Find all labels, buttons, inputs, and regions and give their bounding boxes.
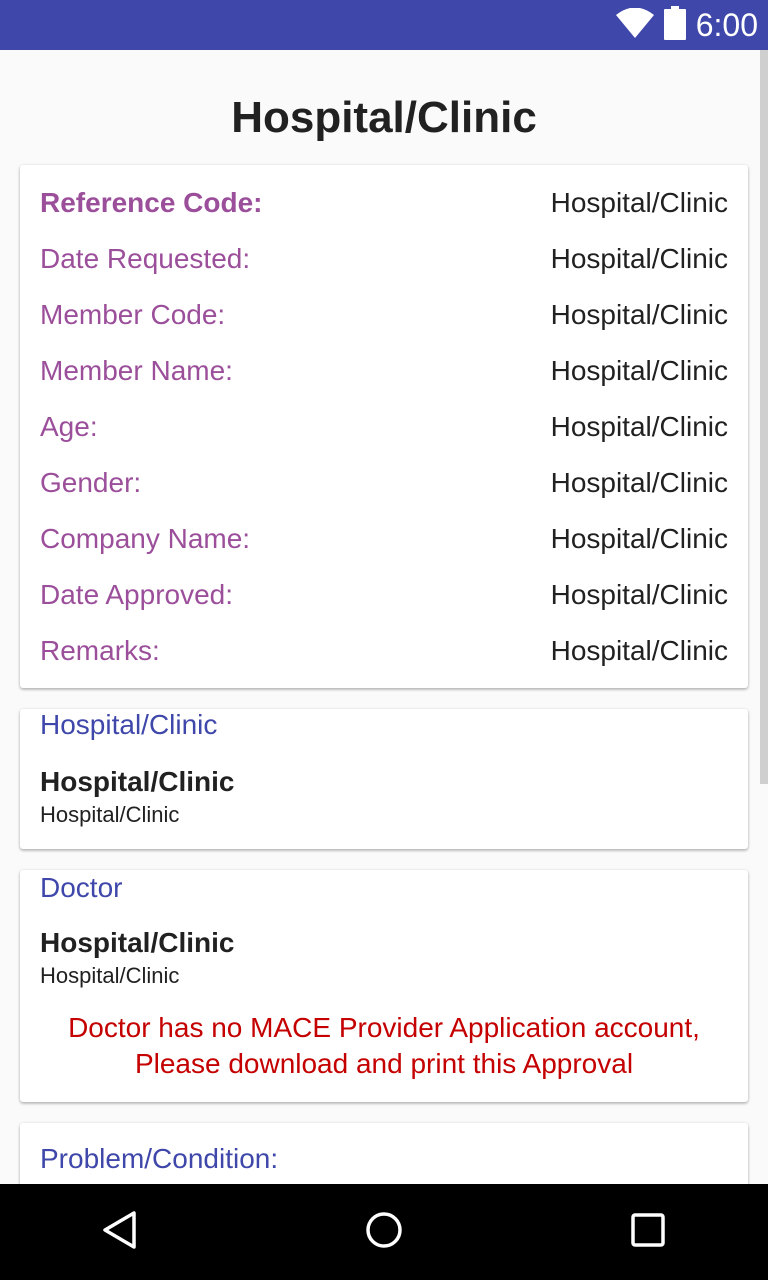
info-label: Reference Code: [40, 187, 263, 218]
doctor-name: Hospital/Clinic [40, 927, 235, 958]
wifi-icon [615, 7, 654, 43]
info-label: Gender: [40, 467, 142, 498]
doctor-warning-line1: Doctor has no MACE Provider Application … [68, 1012, 700, 1043]
status-bar: 6:00 [0, 0, 768, 50]
info-value: Hospital/Clinic [550, 635, 728, 666]
doctor-sub: Hospital/Clinic [40, 963, 180, 988]
home-icon [364, 1210, 404, 1255]
problem-card: Problem/Condition: [20, 1123, 748, 1184]
hospital-name: Hospital/Clinic [40, 766, 235, 797]
navigation-bar [0, 1184, 768, 1280]
status-icons: 6:00 [615, 0, 758, 50]
scrollbar[interactable] [760, 50, 768, 784]
back-button[interactable] [92, 1204, 148, 1260]
problem-heading: Problem/Condition: [40, 1143, 279, 1174]
info-label: Company Name: [40, 523, 251, 554]
info-label: Date Requested: [40, 243, 251, 274]
info-label: Member Name: [40, 355, 233, 386]
doctor-heading: Doctor [40, 872, 123, 903]
info-card: Reference Code: Hospital/Clinic Date Req… [20, 165, 748, 688]
info-value: Hospital/Clinic [550, 355, 728, 386]
info-value: Hospital/Clinic [550, 579, 728, 610]
info-row-company-name: Company Name: Hospital/Clinic [40, 519, 728, 559]
content-scroll-area[interactable]: Hospital/Clinic Reference Code: Hospital… [0, 50, 768, 1184]
info-row-remarks: Remarks: Hospital/Clinic [40, 631, 728, 671]
info-value: Hospital/Clinic [550, 467, 728, 498]
doctor-card: Doctor Hospital/Clinic Hospital/Clinic D… [20, 870, 748, 1102]
info-row-member-code: Member Code: Hospital/Clinic [40, 295, 728, 335]
page-title: Hospital/Clinic [231, 93, 537, 142]
hospital-sub: Hospital/Clinic [40, 802, 180, 827]
battery-icon [663, 5, 686, 45]
info-row-member-name: Member Name: Hospital/Clinic [40, 351, 728, 391]
info-label: Date Approved: [40, 579, 234, 610]
info-row-date-approved: Date Approved: Hospital/Clinic [40, 575, 728, 615]
info-label: Member Code: [40, 299, 226, 330]
back-icon [100, 1210, 140, 1255]
info-label: Remarks: [40, 635, 160, 666]
info-row-age: Age: Hospital/Clinic [40, 407, 728, 447]
info-value: Hospital/Clinic [550, 523, 728, 554]
recents-icon [628, 1210, 668, 1255]
info-value: Hospital/Clinic [550, 411, 728, 442]
status-time: 6:00 [695, 6, 758, 43]
hospital-card: Hospital/Clinic Hospital/Clinic Hospital… [20, 709, 748, 849]
home-button[interactable] [356, 1204, 412, 1260]
info-row-gender: Gender: Hospital/Clinic [40, 463, 728, 503]
info-value: Hospital/Clinic [550, 187, 728, 218]
info-value: Hospital/Clinic [550, 299, 728, 330]
hospital-heading: Hospital/Clinic [40, 709, 218, 740]
recents-button[interactable] [620, 1204, 676, 1260]
info-row-reference-code: Reference Code: Hospital/Clinic [40, 183, 728, 223]
info-row-date-requested: Date Requested: Hospital/Clinic [40, 239, 728, 279]
doctor-warning-line2: Please download and print this Approval [134, 1048, 634, 1079]
info-value: Hospital/Clinic [550, 243, 728, 274]
info-label: Age: [40, 411, 98, 442]
